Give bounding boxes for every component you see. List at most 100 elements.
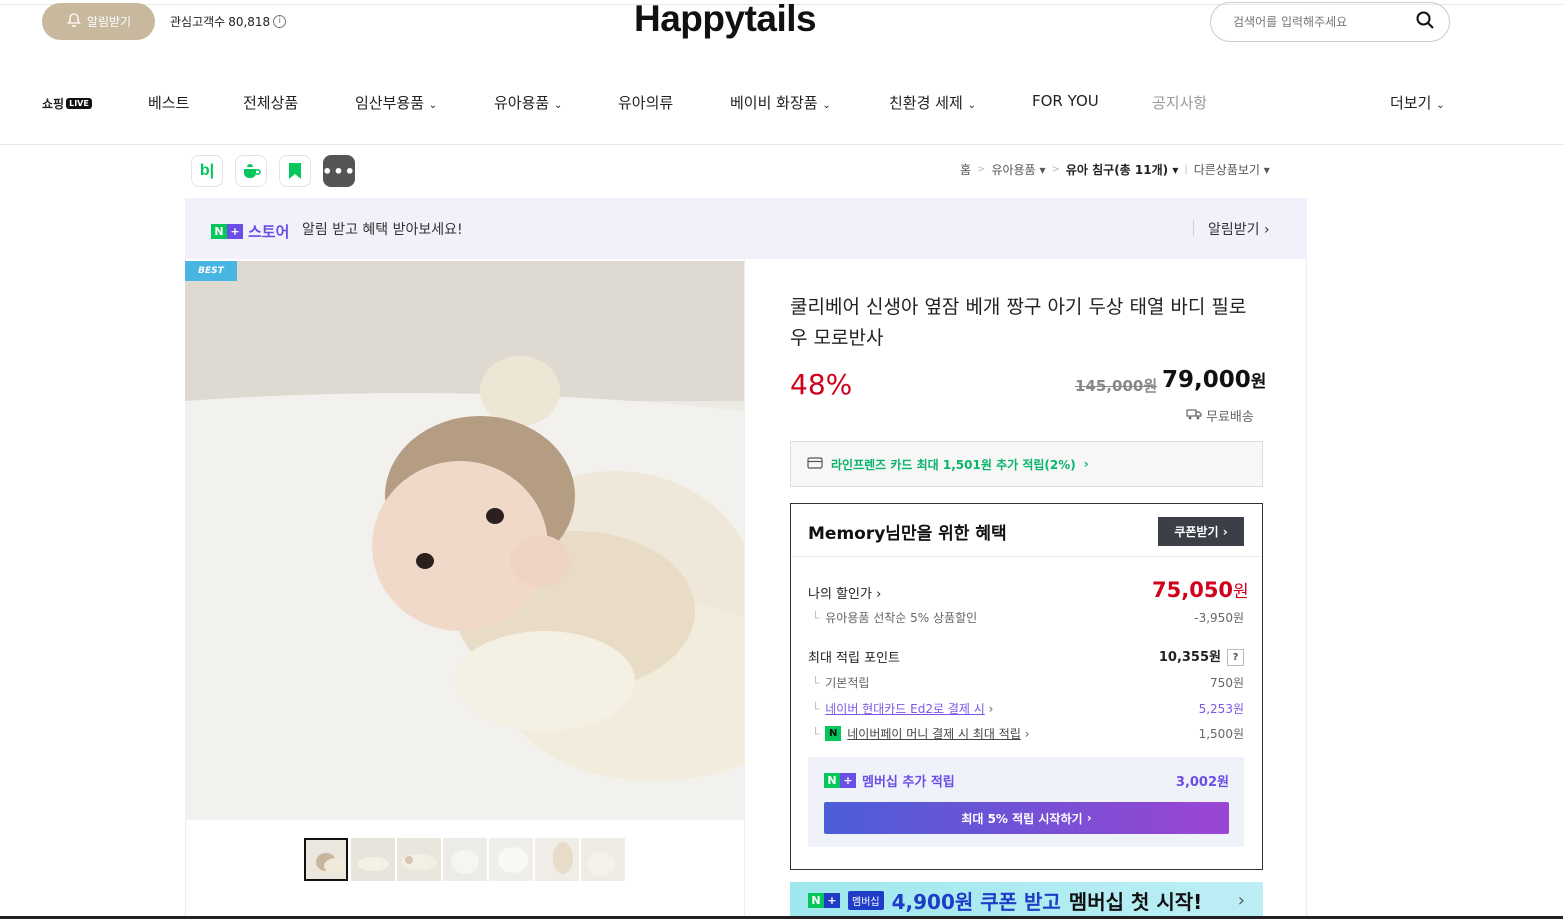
nplus-icon: N + [824,773,856,788]
my-price-label[interactable]: 나의 할인가 › [808,583,881,602]
coupon-banner-text: 멤버십 첫 시작! [1068,890,1203,914]
chevron-right-icon: › [1086,811,1092,825]
separator: | [1184,164,1188,175]
search-input[interactable] [1233,15,1403,29]
search-box[interactable] [1210,2,1450,42]
max-point-label: 최대 적립 포인트 [808,651,900,666]
product-title: 쿨리베어 신생아 옆잠 베개 짱구 아기 두상 태열 바디 필로우 모로반사 [790,296,1247,349]
npay-point[interactable]: └ N 네이버페이 머니 결제 시 최대 적립 › [812,725,1030,742]
blog-share-icon[interactable]: b| [191,155,223,187]
discount-rate: 48% [790,368,853,401]
chevron-down-icon: ⌄ [428,100,438,111]
credit-card-icon [807,456,823,472]
sale-price-number: 79,000 [1162,367,1251,393]
card-benefit-link[interactable]: 라인프렌즈 카드 최대 1,501원 추가 적립(2%) › [790,441,1263,487]
thumbnail-7[interactable] [581,838,625,881]
my-price-unit: 원 [1233,582,1249,602]
nav-notice[interactable]: 공지사항 [1152,92,1207,113]
alarm-button[interactable]: 알림받기 [42,3,155,40]
breadcrumb-other-products[interactable]: 다른상품보기 ▾ [1194,161,1270,178]
chevron-down-icon: ⌄ [967,100,976,111]
breadcrumb-category[interactable]: 유아용품 ▾ [991,161,1045,178]
npay-link[interactable]: 네이버페이 머니 결제 시 최대 적립 [847,725,1021,742]
nav-for-you[interactable]: FOR YOU [1032,92,1099,110]
search-icon[interactable] [1415,10,1435,34]
hyundai-card-point[interactable]: └ 네이버 현대카드 Ed2로 결제 시 › [812,700,993,717]
original-price: 145,000원 [1075,377,1158,395]
chevron-right-icon: › [1083,457,1089,471]
nav-maternity[interactable]: 임산부용품 ⌄ [355,92,437,113]
info-icon[interactable]: i [273,15,287,28]
hyundai-card-link[interactable]: 네이버 현대카드 Ed2로 결제 시 [825,702,985,716]
coupon-highlight: 4,900원 쿠폰 받고 [891,890,1061,914]
more-options-icon[interactable]: ••• [322,155,355,187]
thumbnail-2[interactable] [351,838,395,881]
column-divider [744,259,745,919]
store-logo[interactable]: Happytails [634,0,817,40]
nplus-icon: N + [211,224,243,239]
my-price-number: 75,050 [1152,578,1234,602]
chevron-down-icon: ⌄ [822,100,831,111]
membership-start-button[interactable]: 최대 5% 적립 시작하기 › [824,802,1229,834]
thumbnail-4[interactable] [443,838,487,881]
npay-icon: N [825,726,842,741]
nav-best[interactable]: 베스트 [148,92,189,113]
card-benefit-text: 라인프렌즈 카드 최대 1,501원 추가 적립(2%) [831,457,1076,472]
nav-more[interactable]: 더보기 ⌄ [1390,92,1445,113]
hyundai-card-value: 5,253원 [1198,702,1244,716]
help-icon[interactable]: ? [1227,649,1244,666]
coupon-button[interactable]: 쿠폰받기 › [1158,517,1244,546]
chevron-right-icon: > [1051,164,1060,175]
nav-divider [0,144,1563,145]
breadcrumb-home[interactable]: 홈 [960,161,971,178]
membership-tag: 멤버십 [848,891,884,910]
coupon-button-label: 쿠폰받기 [1174,525,1219,539]
max-point-value: 10,355원? [1120,646,1244,666]
thumbnail-5[interactable] [489,838,533,881]
membership-label: N + 멤버십 추가 적립 [824,771,955,790]
store-label: 스토어 [248,223,290,241]
alarm-button-label: 알림받기 [86,15,132,29]
thumbnail-1[interactable] [304,838,348,881]
cafe-share-icon[interactable] [235,155,267,187]
notice-alarm-link[interactable]: 알림받기 › [1208,219,1270,239]
sale-price-unit: 원 [1250,372,1267,392]
max-point-number: 10,355원 [1158,650,1221,665]
discount-detail-value: -3,950원 [1194,611,1244,625]
breadcrumb-current[interactable]: 유아 침구(총 11개) ▾ [1066,161,1178,178]
followers-label: 관심고객수 [170,15,226,29]
divider [791,556,1262,557]
base-point-value: 750원 [1210,676,1244,690]
notice-alarm-link-label: 알림받기 [1208,222,1260,238]
chevron-right-icon: › [988,702,994,716]
nav-eco-detergent-label: 친환경 세제 [889,94,963,112]
chevron-down-icon: ⌄ [1436,100,1445,111]
thumbnail-3[interactable] [397,838,441,881]
chevron-right-icon: › [1222,524,1228,539]
breadcrumb: 홈 > 유아용품 ▾ > 유아 침구(총 11개) ▾ | 다른상품보기 ▾ [960,161,1270,178]
nav-baby-cosmetics-label: 베이비 화장품 [730,94,818,112]
thumbnail-6[interactable] [535,838,579,881]
chevron-right-icon: › [1263,222,1270,238]
benefit-title: Memory님만을 위한 혜택 [808,524,1007,544]
membership-coupon-banner[interactable]: N + 멤버십 4,900원 쿠폰 받고 멤버십 첫 시작! › [790,882,1263,919]
nav-baby-goods[interactable]: 유아용품 ⌄ [494,92,562,113]
nplus-icon: N + [808,893,840,908]
breadcrumb-category-label: 유아용품 [991,163,1036,177]
best-badge: BEST [185,261,237,281]
breadcrumb-other-label: 다른상품보기 [1193,163,1260,177]
sale-price: 79,000원 [1162,367,1266,393]
product-main-image[interactable] [185,261,745,820]
bookmark-share-icon[interactable] [279,155,311,187]
my-discount-price: 75,050원 [1152,577,1249,602]
caret-down-icon: ▾ [1172,163,1179,177]
followers-number: 80,818 [228,14,271,29]
nav-baby-clothing[interactable]: 유아의류 [618,92,673,113]
nav-all-products[interactable]: 전체상품 [243,92,298,113]
caret-down-icon: ▾ [1263,163,1270,177]
nav-baby-cosmetics[interactable]: 베이비 화장품 ⌄ [730,92,831,113]
truck-icon [1186,408,1202,424]
category-nav: 베스트 전체상품 임산부용품 ⌄ 유아용품 ⌄ 유아의류 베이비 화장품 ⌄ 친… [0,82,1563,124]
followers-count: 관심고객수 80,818 i [170,13,287,30]
nav-eco-detergent[interactable]: 친환경 세제 ⌄ [889,92,976,113]
